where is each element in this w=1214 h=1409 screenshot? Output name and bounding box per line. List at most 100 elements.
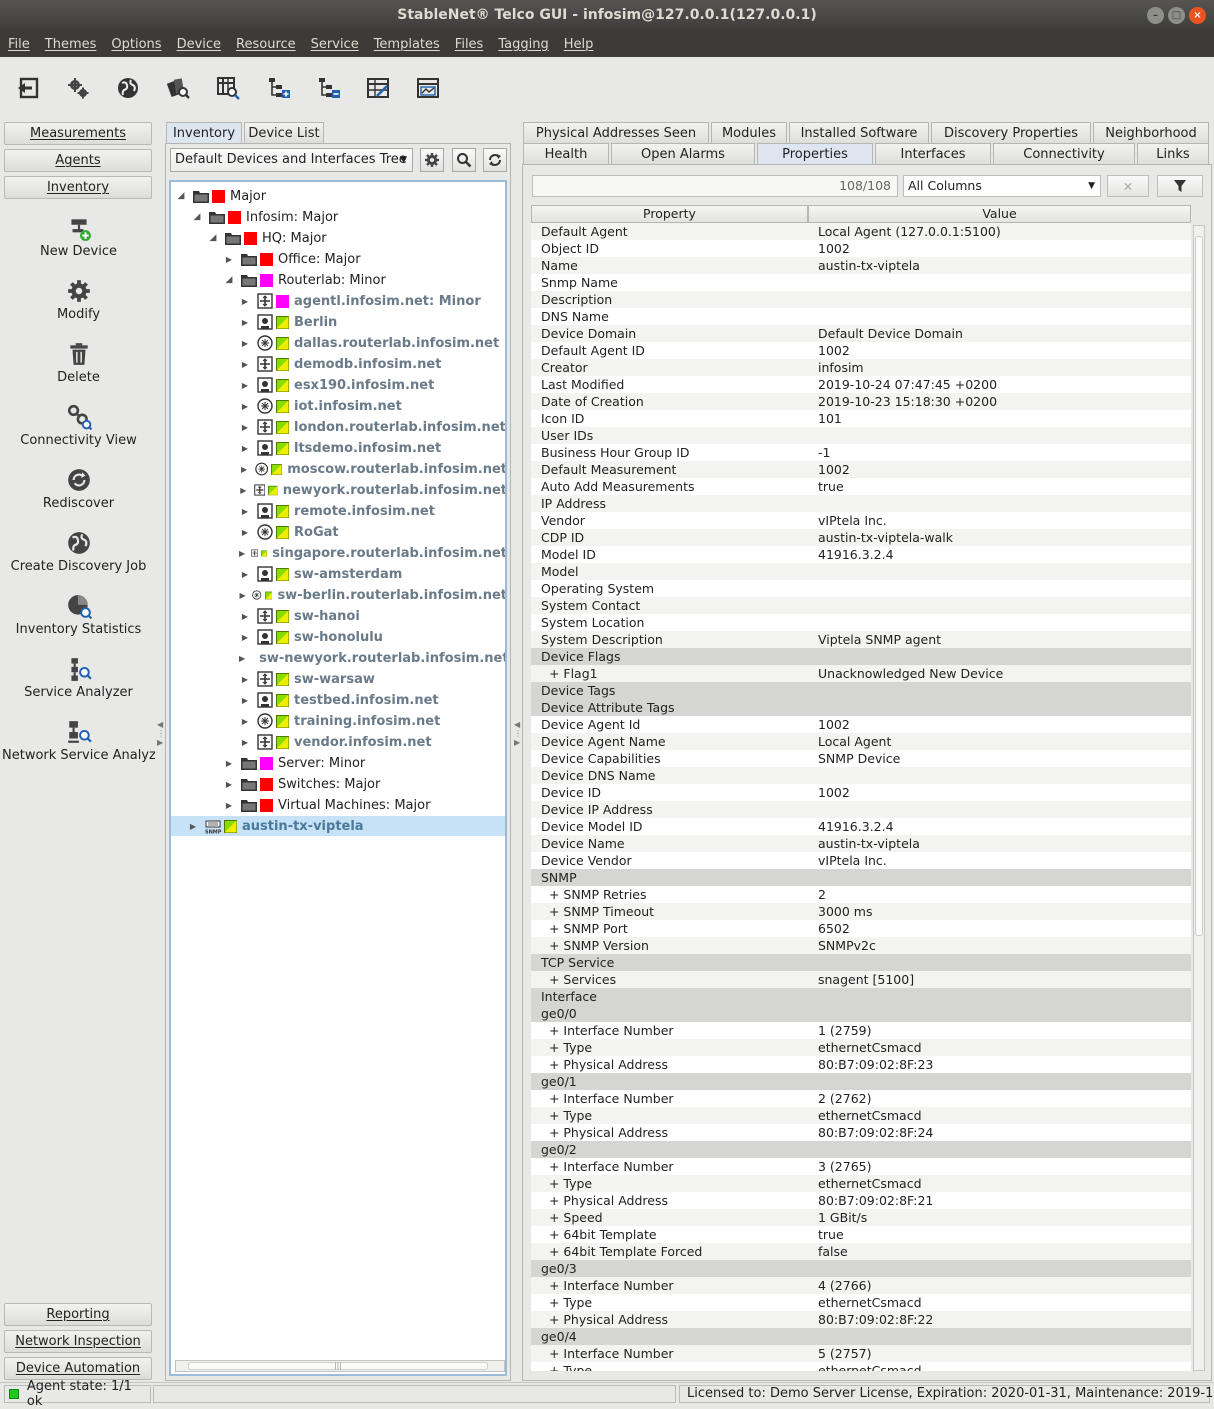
property-row[interactable]: Device Name austin-tx-viptela [531, 835, 1191, 852]
tree-device-node[interactable]: ▶ dallas.routerlab.infosim.net [171, 333, 505, 353]
device-search-button[interactable] [164, 74, 192, 102]
tab-open-alarms[interactable]: Open Alarms [611, 143, 755, 165]
tree-folder-node[interactable]: ▶ Office: Major [171, 249, 505, 269]
tree-device-node[interactable]: ▶ sw-hanoi [171, 606, 505, 626]
property-group-row[interactable]: Device Flags [531, 648, 1191, 665]
property-row[interactable]: Device Agent Id 1002 [531, 716, 1191, 733]
collapsed-arrow-icon[interactable]: ▶ [239, 528, 251, 537]
tree-device-node[interactable]: ▶ sw-warsaw [171, 669, 505, 689]
tree-device-node[interactable]: ▶ SNMP austin-tx-viptela [171, 816, 505, 836]
collapsed-arrow-icon[interactable]: ▶ [239, 696, 251, 705]
table-search-button[interactable] [214, 74, 242, 102]
property-row[interactable]: Object ID 1002 [531, 240, 1191, 257]
expanded-arrow-icon[interactable]: ◢ [223, 275, 235, 285]
inventory-statistics-action[interactable]: Inventory Statistics [2, 585, 155, 648]
create-discovery-job-action[interactable]: Create Discovery Job [2, 522, 155, 585]
property-row[interactable]: + Type ethernetCsmacd [531, 1039, 1191, 1056]
tab-interfaces[interactable]: Interfaces [875, 143, 991, 165]
collapsed-arrow-icon[interactable]: ▶ [239, 549, 245, 558]
column-filter-select[interactable]: All Columns ▼ [903, 175, 1101, 197]
center-splitter[interactable]: ◀ ⋮ ▶ [514, 720, 522, 747]
property-row[interactable]: Name austin-tx-viptela [531, 257, 1191, 274]
property-group-row[interactable]: Interface [531, 988, 1191, 1005]
property-row[interactable]: + Interface Number 2 (2762) [531, 1090, 1191, 1107]
property-row[interactable]: + 64bit Template Forced false [531, 1243, 1191, 1260]
property-row[interactable]: + Type ethernetCsmacd [531, 1175, 1191, 1192]
collapsed-arrow-icon[interactable]: ▶ [223, 801, 235, 810]
property-row[interactable]: + Type ethernetCsmacd [531, 1107, 1191, 1124]
tree-device-node[interactable]: ▶ RoGat [171, 522, 505, 542]
tree-horizontal-scrollbar[interactable]: ||| [175, 1360, 505, 1372]
property-row[interactable]: Snmp Name [531, 274, 1191, 291]
value-column-header[interactable]: Value [808, 205, 1191, 223]
tree-remove-button[interactable] [314, 74, 342, 102]
nav-inventory-button[interactable]: Inventory [4, 176, 152, 199]
property-group-row[interactable]: ge0/2 [531, 1141, 1191, 1158]
menu-files[interactable]: Files [455, 37, 484, 52]
property-row[interactable]: Device Vendor vIPtela Inc. [531, 852, 1191, 869]
tab-installed-software[interactable]: Installed Software [789, 122, 929, 144]
property-row[interactable]: Description [531, 291, 1191, 308]
property-group-row[interactable]: ge0/0 [531, 1005, 1191, 1022]
property-row[interactable]: Device DNS Name [531, 767, 1191, 784]
property-row[interactable]: CDP ID austin-tx-viptela-walk [531, 529, 1191, 546]
property-row[interactable]: + Interface Number 4 (2766) [531, 1277, 1191, 1294]
collapsed-arrow-icon[interactable]: ▶ [239, 570, 251, 579]
property-row[interactable]: + Services snagent [5100] [531, 971, 1191, 988]
nav-reporting-button[interactable]: Reporting [4, 1303, 152, 1326]
tree-search-button[interactable] [452, 148, 476, 172]
modify-action[interactable]: Modify [2, 270, 155, 333]
menu-help[interactable]: Help [564, 37, 594, 52]
tree-selector-combo[interactable]: Default Devices and Interfaces Tree ▼ [170, 148, 413, 172]
property-group-row[interactable]: SNMP [531, 869, 1191, 886]
property-row[interactable]: Device Domain Default Device Domain [531, 325, 1191, 342]
tree-device-node[interactable]: ▶ newyork.routerlab.infosim.net [171, 480, 505, 500]
property-group-row[interactable]: TCP Service [531, 954, 1191, 971]
tree-device-node[interactable]: ▶ sw-honolulu [171, 627, 505, 647]
network-service-analyzer-action[interactable]: Network Service Analyzer [2, 711, 155, 774]
collapsed-arrow-icon[interactable]: ▶ [239, 507, 251, 516]
property-row[interactable]: System Location [531, 614, 1191, 631]
property-row[interactable]: Default Agent Local Agent (127.0.0.1:5100… [531, 223, 1191, 240]
menu-options[interactable]: Options [111, 37, 161, 52]
collapsed-arrow-icon[interactable]: ▶ [239, 612, 251, 621]
property-filter-input[interactable]: 108/108 [532, 175, 898, 197]
collapsed-arrow-icon[interactable]: ▶ [187, 822, 199, 831]
property-row[interactable]: Operating System [531, 580, 1191, 597]
tree-folder-node[interactable]: ▶ Virtual Machines: Major [171, 795, 505, 815]
nav-agents-button[interactable]: Agents [4, 149, 152, 172]
tree-device-node[interactable]: ▶ esx190.infosim.net [171, 375, 505, 395]
connectivity-view-action[interactable]: Connectivity View [2, 396, 155, 459]
property-row[interactable]: Device IP Address [531, 801, 1191, 818]
grid-chart-button[interactable] [414, 74, 442, 102]
collapsed-arrow-icon[interactable]: ▶ [223, 255, 235, 264]
tree-device-node[interactable]: ▶ london.routerlab.infosim.net [171, 417, 505, 437]
property-row[interactable]: + Physical Address 80:B7:09:02:8F:21 [531, 1192, 1191, 1209]
tab-device-list[interactable]: Device List [244, 122, 324, 144]
collapsed-arrow-icon[interactable]: ▶ [223, 759, 235, 768]
property-row[interactable]: + SNMP Port 6502 [531, 920, 1191, 937]
delete-action[interactable]: Delete [2, 333, 155, 396]
tree-folder-node[interactable]: ▶ Switches: Major [171, 774, 505, 794]
menu-device[interactable]: Device [177, 37, 221, 52]
tree-device-node[interactable]: ▶ remote.infosim.net [171, 501, 505, 521]
nav-device-automation-button[interactable]: Device Automation [4, 1357, 152, 1380]
tab-connectivity[interactable]: Connectivity [993, 143, 1135, 165]
property-row[interactable]: Model [531, 563, 1191, 580]
property-row[interactable]: Default Measurement 1002 [531, 461, 1191, 478]
collapsed-arrow-icon[interactable]: ▶ [223, 780, 235, 789]
tab-neighborhood[interactable]: Neighborhood [1093, 122, 1209, 144]
property-row[interactable]: Default Agent ID 1002 [531, 342, 1191, 359]
minimize-icon[interactable]: – [1147, 7, 1164, 24]
collapsed-arrow-icon[interactable]: ▶ [239, 654, 245, 663]
property-group-row[interactable]: Device Attribute Tags [531, 699, 1191, 716]
collapsed-arrow-icon[interactable]: ▶ [239, 591, 246, 600]
collapsed-arrow-icon[interactable]: ▶ [239, 633, 251, 642]
clear-filter-button[interactable]: ✕ [1107, 175, 1149, 197]
property-row[interactable]: + Physical Address 80:B7:09:02:8F:23 [531, 1056, 1191, 1073]
tab-properties[interactable]: Properties [757, 143, 873, 165]
tree-folder-node[interactable]: ◢ Infosim: Major [171, 207, 505, 227]
property-row[interactable]: IP Address [531, 495, 1191, 512]
property-row[interactable]: User IDs [531, 427, 1191, 444]
tree-device-node[interactable]: ▶ singapore.routerlab.infosim.net [171, 543, 505, 563]
